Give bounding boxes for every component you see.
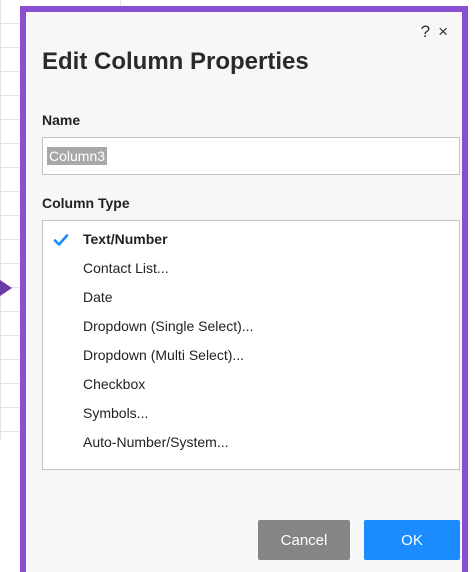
column-type-option-label: Dropdown (Single Select)...: [83, 318, 254, 334]
column-type-label: Column Type: [42, 195, 130, 211]
help-icon[interactable]: ?: [421, 22, 438, 41]
grid-row: [0, 144, 22, 168]
column-type-option[interactable]: Contact List...: [43, 254, 459, 283]
grid-row: [0, 336, 22, 360]
column-type-option[interactable]: Checkbox: [43, 370, 459, 399]
dialog-title: Edit Column Properties: [42, 48, 309, 75]
grid-row: [0, 0, 22, 24]
column-type-option-label: Checkbox: [83, 376, 146, 392]
name-label: Name: [42, 112, 81, 128]
column-type-option[interactable]: Date: [43, 283, 459, 312]
grid-row: [0, 216, 22, 240]
dialog-controls: ?×: [421, 22, 456, 42]
close-icon[interactable]: ×: [438, 22, 456, 41]
cancel-button[interactable]: Cancel: [258, 520, 350, 560]
grid-row: [0, 24, 22, 48]
column-type-option-label: Text/Number: [83, 231, 168, 247]
column-type-option-label: Dropdown (Multi Select)...: [83, 347, 245, 363]
grid-line: [0, 0, 1, 440]
column-type-option-label: Date: [83, 289, 113, 305]
column-name-value: Column3: [47, 147, 108, 165]
edit-column-dialog: ?× Edit Column Properties Name Column3 C…: [20, 6, 468, 572]
ok-button[interactable]: OK: [364, 520, 460, 560]
grid-row: [0, 120, 22, 144]
grid-row: [0, 384, 22, 408]
grid-row: [0, 168, 22, 192]
grid-row: [0, 72, 22, 96]
column-type-option-label: Symbols...: [83, 405, 149, 421]
column-type-option[interactable]: Text/Number: [43, 225, 459, 254]
column-type-option-label: Auto-Number/System...: [83, 434, 229, 450]
grid-row: [0, 240, 22, 264]
grid-row: [0, 408, 22, 432]
grid-row: [0, 96, 22, 120]
grid-row: [0, 48, 22, 72]
grid-row: [0, 360, 22, 384]
column-type-option-label: Contact List...: [83, 260, 169, 276]
column-type-option[interactable]: Dropdown (Multi Select)...: [43, 341, 459, 370]
grid-row: [0, 192, 22, 216]
column-name-input[interactable]: Column3: [42, 137, 460, 175]
column-type-option[interactable]: Symbols...: [43, 399, 459, 428]
pointer-arrow-icon: [0, 280, 12, 296]
background-grid: [0, 0, 22, 440]
column-type-option[interactable]: Auto-Number/System...: [43, 428, 459, 457]
column-type-list[interactable]: Text/Number Contact List... Date Dropdown (…: [42, 220, 460, 470]
checkmark-icon: [53, 234, 69, 246]
grid-row: [0, 312, 22, 336]
column-type-option[interactable]: Dropdown (Single Select)...: [43, 312, 459, 341]
